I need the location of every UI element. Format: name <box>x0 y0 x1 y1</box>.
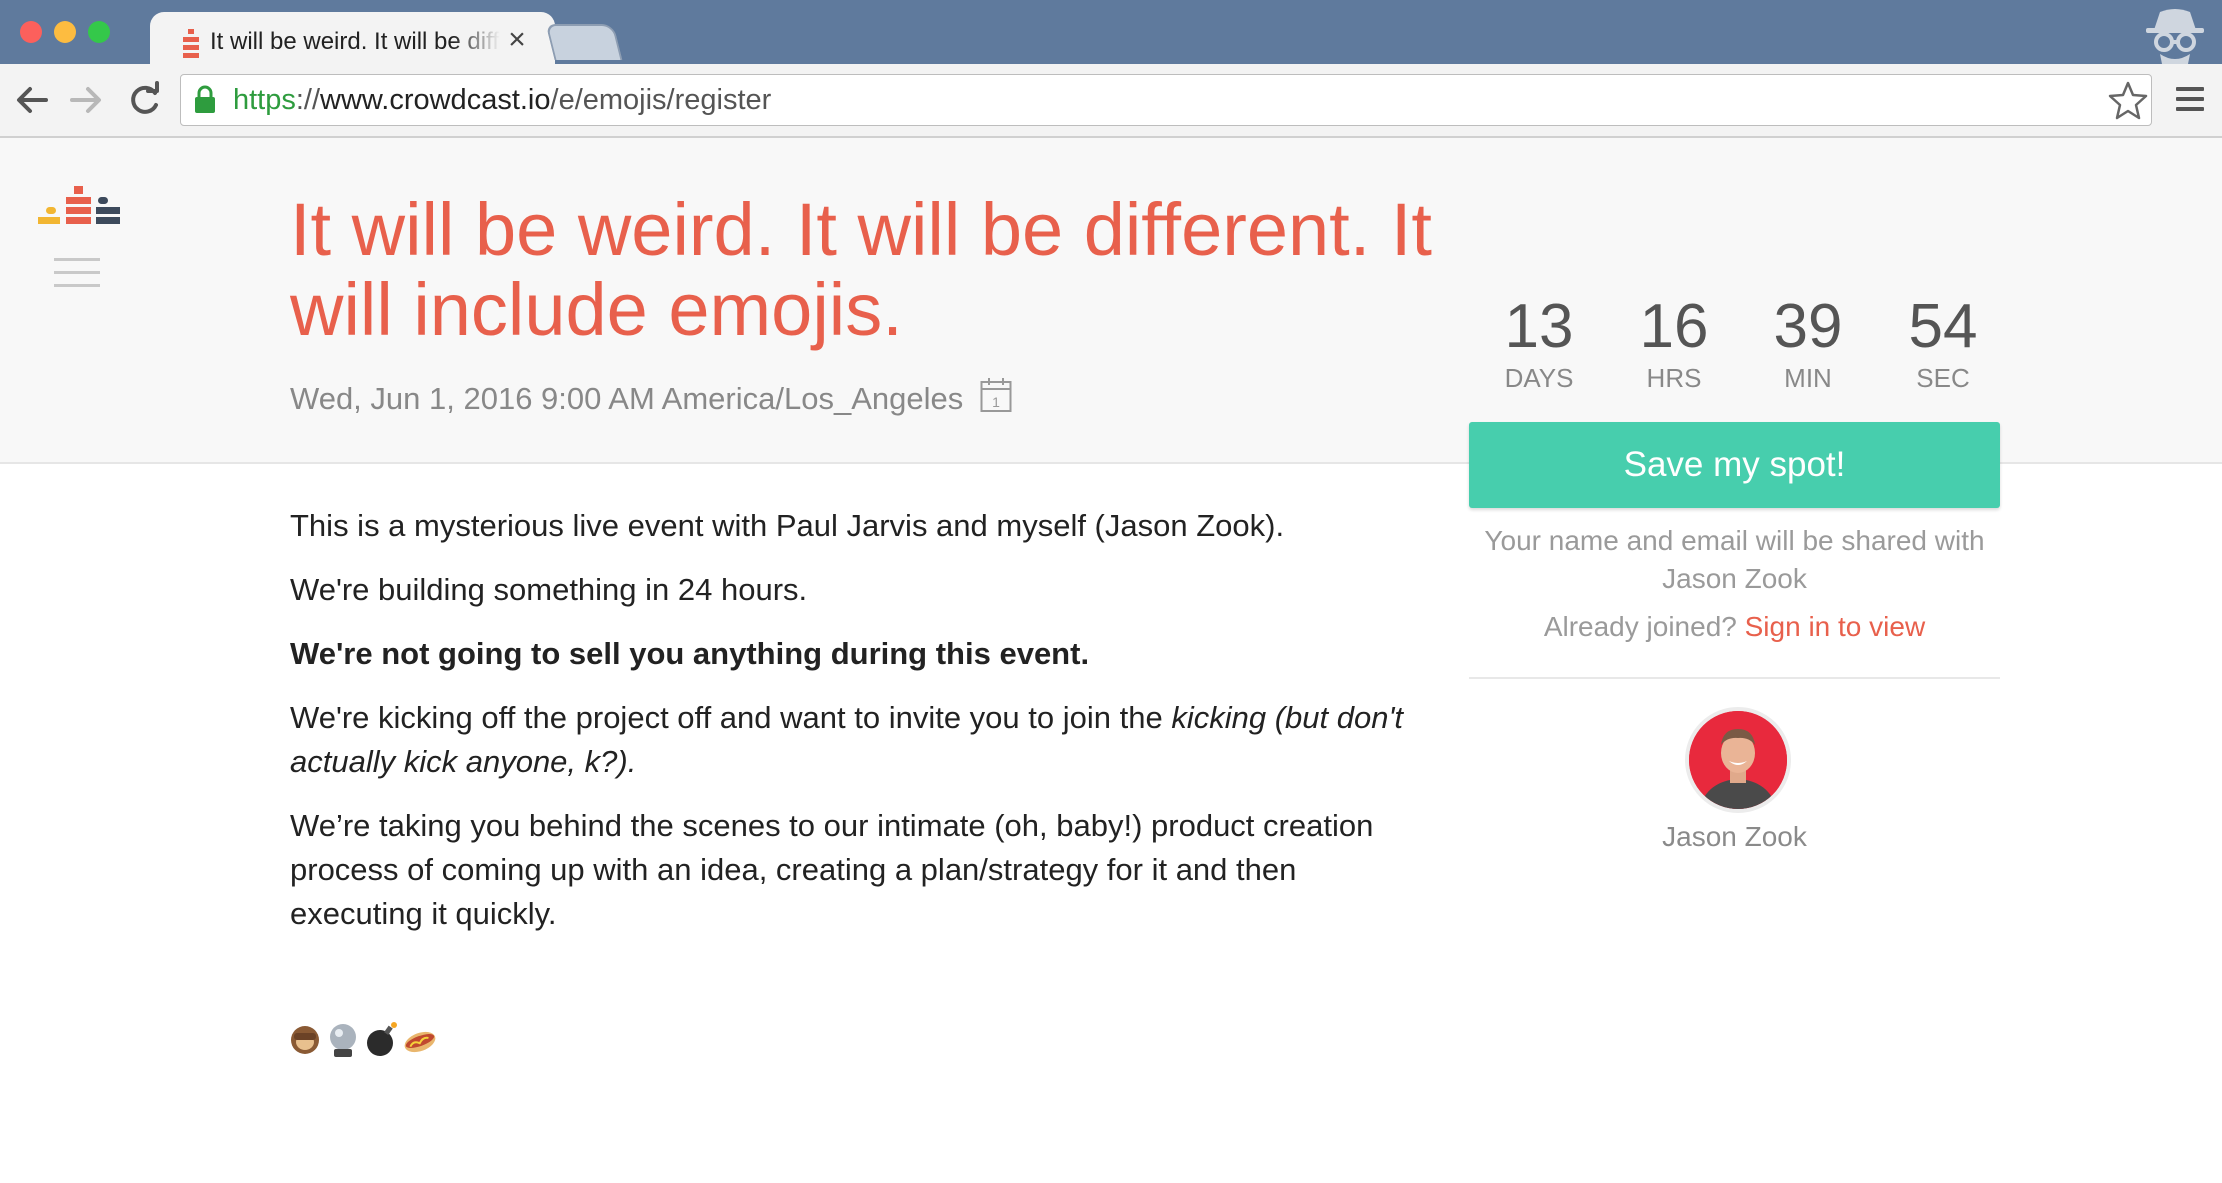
add-to-calendar-icon[interactable]: 1 <box>980 377 1012 413</box>
minimize-window-button[interactable] <box>54 21 76 43</box>
bookmark-star-icon[interactable] <box>2108 80 2148 120</box>
crowdcast-logo-icon[interactable] <box>38 186 120 236</box>
countdown-seconds-label: SEC <box>1916 363 1970 393</box>
url-domain: www.crowdcast.io <box>320 84 551 116</box>
event-title: It will be weird. It will be different. … <box>290 188 1432 351</box>
description-paragraph-1: This is a mysterious live event with Pau… <box>290 508 1285 543</box>
crystal-ball-icon <box>330 1024 356 1057</box>
speak-no-evil-monkey-icon <box>291 1026 319 1054</box>
countdown-days-label: DAYS <box>1504 363 1574 393</box>
sign-in-link[interactable]: Sign in to view <box>1745 611 1926 642</box>
already-joined-line: Already joined? Sign in to view <box>1469 608 2000 646</box>
tab-title: It will be weird. It will be different. … <box>210 28 500 55</box>
secure-lock-icon <box>195 85 215 113</box>
crowdcast-favicon-icon <box>183 29 199 58</box>
description-paragraph-5: We’re taking you behind the scenes to ou… <box>290 808 1374 931</box>
url-separator: :// <box>295 84 321 116</box>
description-paragraph-4: We're kicking off the project off and wa… <box>290 696 1420 784</box>
zoom-window-button[interactable] <box>88 21 110 43</box>
host-name[interactable]: Jason Zook <box>1469 818 2000 856</box>
hot-dog-icon <box>404 1031 436 1053</box>
description-paragraph-2: We're building something in 24 hours. <box>290 572 808 607</box>
share-notice: Your name and email will be shared with … <box>1484 525 1985 594</box>
countdown-minutes-label: MIN <box>1784 363 1832 393</box>
new-tab-button[interactable] <box>545 24 623 60</box>
browser-menu-icon[interactable] <box>2175 84 2205 114</box>
back-arrow-icon[interactable] <box>12 78 52 122</box>
reload-icon[interactable] <box>124 78 164 122</box>
tab-close-icon[interactable]: × <box>504 25 530 55</box>
calendar-day: 1 <box>992 394 1000 410</box>
host-photo-icon <box>1689 711 1787 809</box>
countdown-minutes: 39 <box>1773 292 1843 361</box>
event-date: Wed, Jun 1, 2016 9:00 AM America/Los_Ang… <box>290 381 964 416</box>
host-avatar[interactable] <box>1685 707 1791 813</box>
countdown-seconds: 54 <box>1908 292 1978 361</box>
bomb-icon <box>367 1022 397 1056</box>
countdown-days: 13 <box>1504 292 1574 361</box>
sidebar-divider <box>1469 677 2000 679</box>
already-joined-text: Already joined? <box>1543 611 1737 642</box>
countdown-hours-label: HRS <box>1646 363 1702 393</box>
emoji-row <box>291 1022 436 1057</box>
close-window-button[interactable] <box>20 21 42 43</box>
countdown-hours: 16 <box>1639 292 1709 361</box>
description-p4-text: We're kicking off the project off and wa… <box>290 700 1172 735</box>
side-menu-hamburger-icon[interactable] <box>54 258 100 292</box>
url-path: /e/emojis/register <box>550 84 772 116</box>
incognito-icon <box>2146 9 2204 64</box>
save-my-spot-button[interactable]: Save my spot! <box>1469 422 2000 508</box>
url-scheme: https <box>233 84 296 116</box>
description-paragraph-3: We're not going to sell you anything dur… <box>290 636 1090 671</box>
url-text[interactable]: https://www.crowdcast.io/e/emojis/regist… <box>233 78 771 122</box>
forward-arrow-icon[interactable] <box>66 78 106 122</box>
